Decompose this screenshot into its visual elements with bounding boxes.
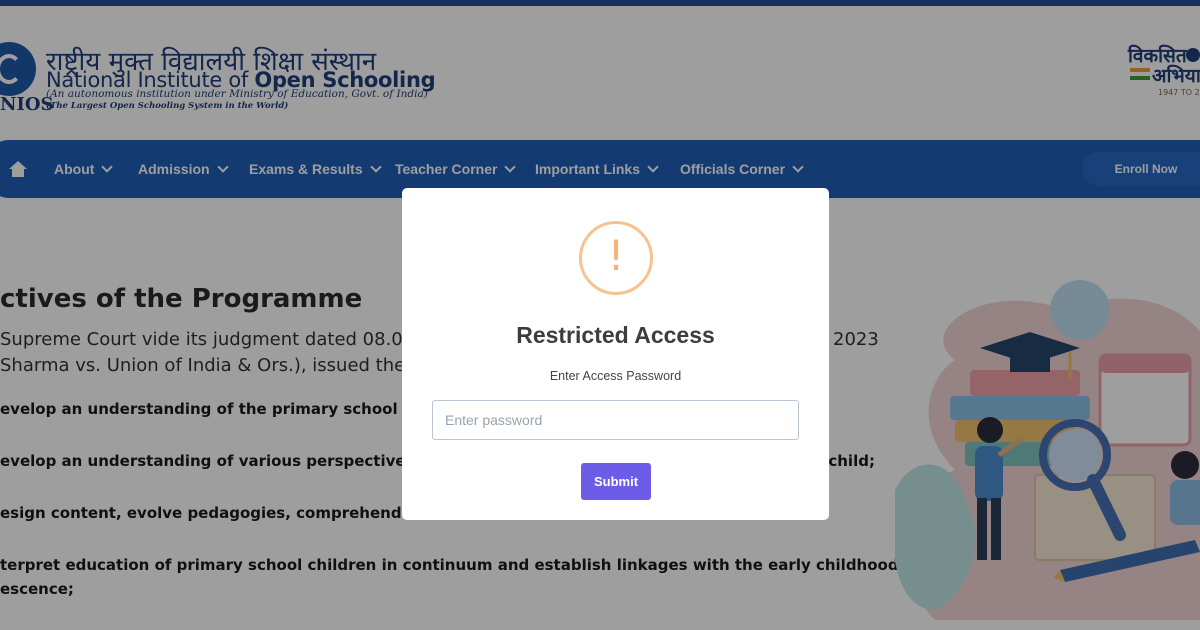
submit-button[interactable]: Submit [581,463,651,500]
dialog-title: Restricted Access [516,322,715,348]
password-label: Enter Access Password [549,369,682,383]
password-input[interactable] [432,400,799,440]
warning-icon: ! [579,221,653,295]
restricted-access-dialog: ! Restricted Access Enter Access Passwor… [402,188,829,520]
